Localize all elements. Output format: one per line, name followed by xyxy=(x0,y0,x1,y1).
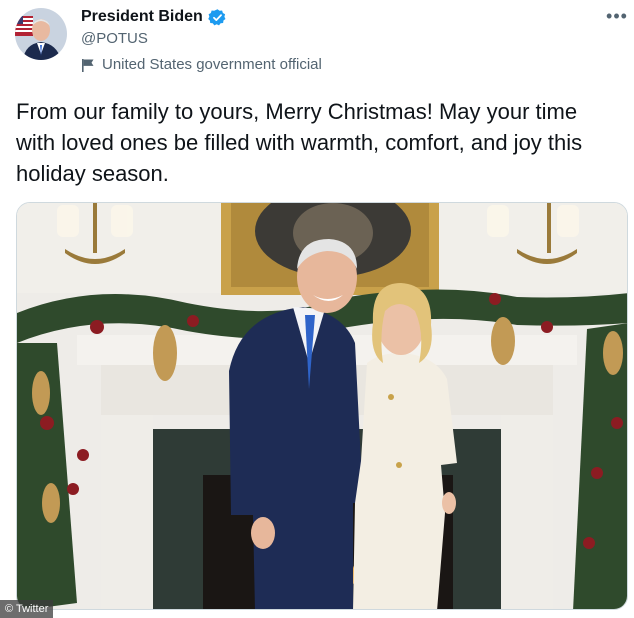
affiliation-text: United States government official xyxy=(102,56,322,73)
christmas-photo-image xyxy=(17,203,627,609)
verified-badge-icon xyxy=(208,8,227,27)
avatar[interactable] xyxy=(15,8,67,60)
twitter-watermark: © Twitter xyxy=(0,600,54,618)
flag-icon xyxy=(81,58,95,72)
avatar-photo-icon xyxy=(15,8,67,60)
author-name-row[interactable]: President Biden xyxy=(81,6,227,28)
more-options-button[interactable]: ••• xyxy=(604,4,630,28)
watermark-text: © Twitter xyxy=(5,603,49,615)
author-handle[interactable]: @POTUS xyxy=(81,30,148,47)
affiliation-label: United States government official xyxy=(81,56,322,73)
author-display-name[interactable]: President Biden xyxy=(81,8,203,26)
tweet-text: From our family to yours, Merry Christma… xyxy=(16,99,583,186)
tweet-photo[interactable] xyxy=(16,202,628,610)
